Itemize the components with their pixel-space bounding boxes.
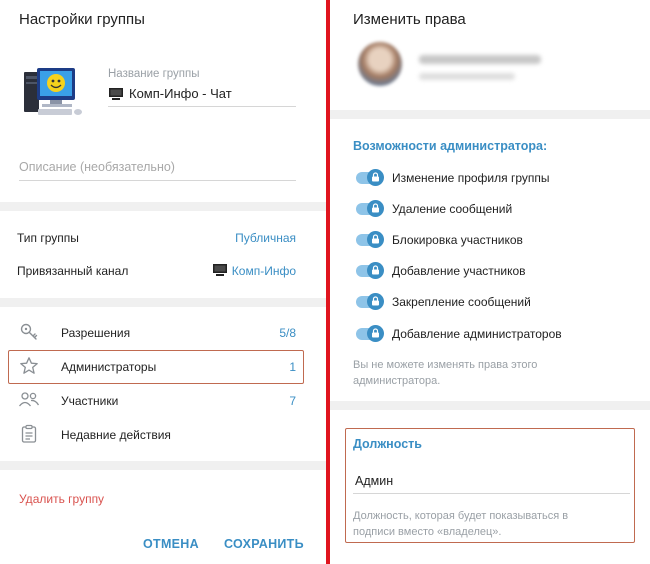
permission-label: Добавление администраторов (392, 327, 562, 341)
lock-icon (372, 203, 379, 213)
description-field[interactable]: Описание (необязательно) (19, 158, 296, 181)
group-type-label: Тип группы (17, 231, 79, 245)
panel-title: Настройки группы (19, 11, 145, 28)
section-separator (0, 298, 326, 307)
menu-item-recent-actions[interactable]: Недавние действия (0, 420, 326, 448)
edit-rights-panel: Изменить права Возможности администратор… (330, 0, 650, 564)
position-value: Админ (355, 474, 394, 488)
linked-channel-label: Привязанный канал (17, 264, 129, 278)
toggle-switch[interactable] (356, 325, 384, 342)
group-name-label: Название группы (108, 68, 200, 80)
permission-item[interactable]: Изменение профиля группы (330, 166, 650, 188)
permission-item[interactable]: Удаление сообщений (330, 197, 650, 219)
computer-small-icon (109, 88, 123, 100)
group-avatar[interactable] (22, 66, 84, 120)
permission-item[interactable]: Блокировка участников (330, 228, 650, 250)
computer-small-icon (212, 264, 227, 276)
lock-icon (372, 265, 379, 275)
menu-item-value: 7 (289, 394, 296, 408)
permission-label: Добавление участников (392, 264, 526, 278)
permission-item[interactable]: Добавление участников (330, 259, 650, 281)
lock-icon (372, 296, 379, 306)
toggle-switch[interactable] (356, 262, 384, 279)
group-name-value: Комп-Инфо - Чат (129, 86, 232, 101)
position-field[interactable]: Админ (353, 471, 630, 494)
linked-channel-link[interactable]: Комп-Инфо (212, 262, 296, 278)
blurred-user-name (419, 55, 541, 64)
panel-title: Изменить права (353, 11, 466, 28)
key-icon (20, 323, 38, 340)
menu-item-label: Участники (61, 394, 119, 408)
permission-item[interactable]: Закрепление сообщений (330, 290, 650, 312)
toggle-switch[interactable] (356, 231, 384, 248)
position-heading: Должность (353, 437, 422, 451)
menu-item-administrators[interactable]: Администраторы 1 (0, 352, 326, 380)
clipboard-icon (21, 424, 37, 443)
blurred-user-status (419, 73, 515, 80)
linked-channel-value: Комп-Инфо (231, 264, 296, 278)
toggle-switch[interactable] (356, 200, 384, 217)
description-placeholder: Описание (необязательно) (19, 160, 175, 174)
delete-group-button[interactable]: Удалить группу (19, 492, 104, 506)
group-settings-panel: Настройки группы Название группы Комп-Ин… (0, 0, 326, 564)
section-separator (0, 202, 326, 211)
permission-item[interactable]: Добавление администраторов (330, 322, 650, 344)
section-separator (330, 110, 650, 119)
group-name-field[interactable]: Комп-Инфо - Чат (108, 84, 296, 107)
section-separator (330, 401, 650, 410)
permission-label: Закрепление сообщений (392, 295, 531, 309)
permission-label: Блокировка участников (392, 233, 523, 247)
save-button[interactable]: СОХРАНИТЬ (224, 537, 304, 551)
toggle-switch[interactable] (356, 169, 384, 186)
section-separator (0, 461, 326, 470)
rights-note: Вы не можете изменять права этого админи… (353, 359, 538, 387)
menu-item-label: Недавние действия (61, 428, 171, 442)
menu-item-members[interactable]: Участники 7 (0, 386, 326, 414)
permission-label: Изменение профиля группы (392, 171, 550, 185)
menu-item-value: 5/8 (279, 326, 296, 340)
computer-icon (24, 68, 82, 115)
star-icon (20, 357, 38, 374)
menu-item-value: 1 (289, 360, 296, 374)
lock-icon (372, 172, 379, 182)
menu-item-label: Разрешения (61, 326, 131, 340)
group-type-value[interactable]: Публичная (235, 231, 296, 245)
toggle-switch[interactable] (356, 293, 384, 310)
people-icon (18, 392, 40, 407)
menu-item-label: Администраторы (61, 360, 157, 374)
admin-rights-heading: Возможности администратора: (353, 139, 548, 153)
avatar (358, 42, 402, 86)
lock-icon (372, 234, 379, 244)
menu-item-permissions[interactable]: Разрешения 5/8 (0, 318, 326, 346)
lock-icon (372, 328, 379, 338)
position-hint: Должность, которая будет показываться в … (353, 510, 569, 538)
cancel-button[interactable]: ОТМЕНА (143, 537, 199, 551)
permission-label: Удаление сообщений (392, 202, 513, 216)
